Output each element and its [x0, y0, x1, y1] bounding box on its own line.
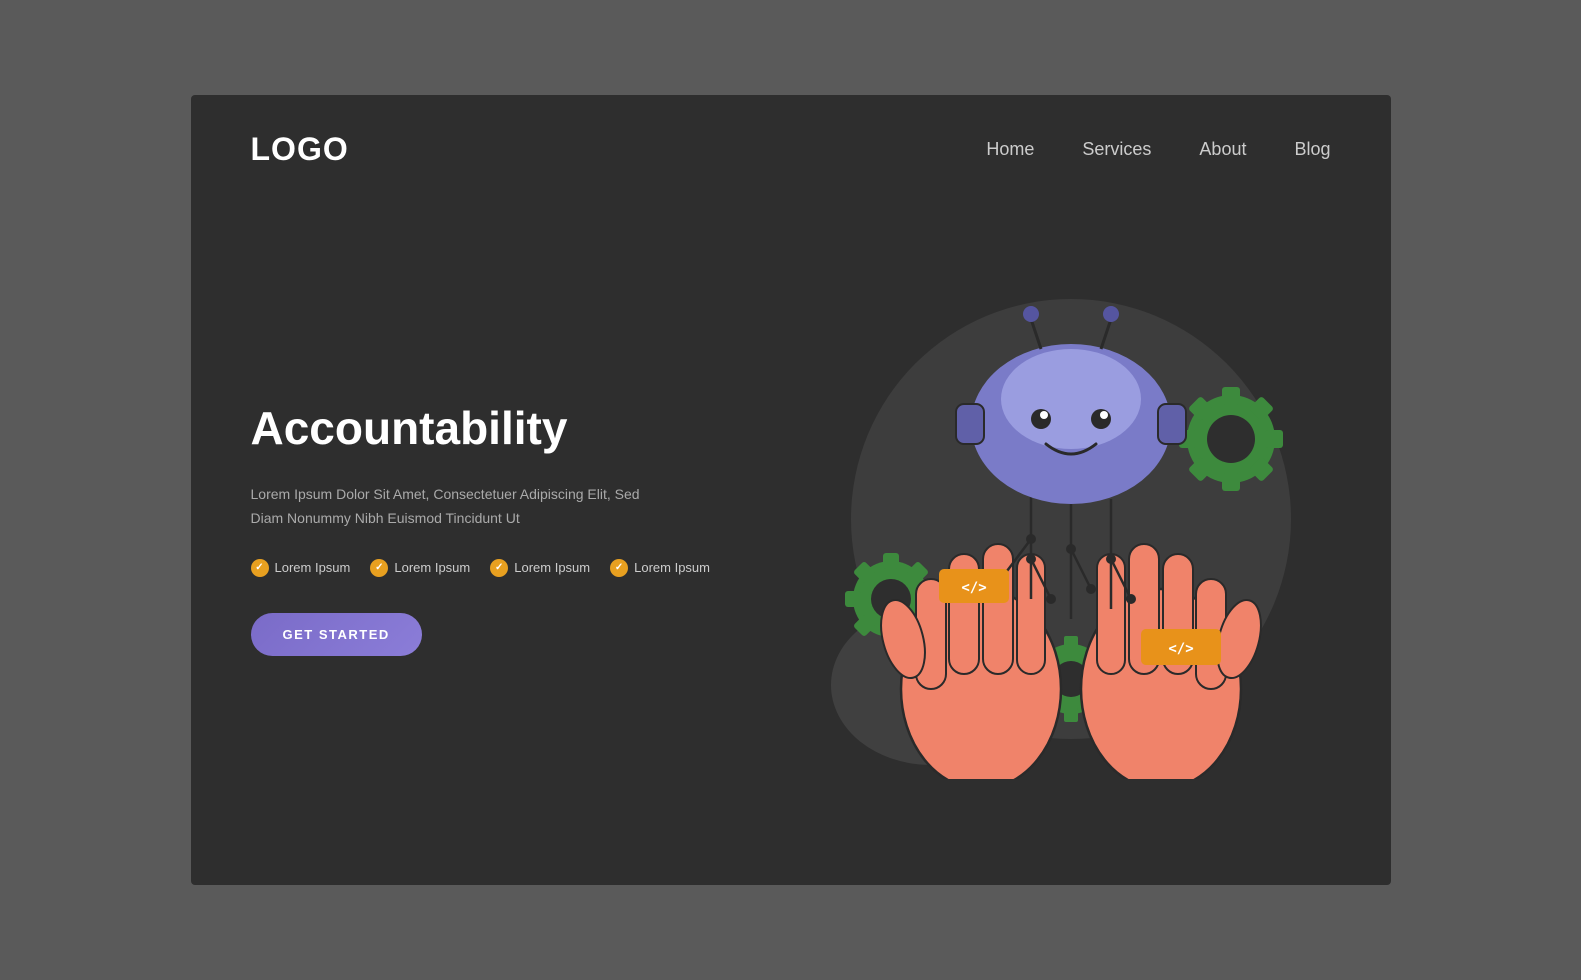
check-icon-4: [610, 559, 628, 577]
feature-item-1: Lorem Ipsum: [251, 559, 351, 577]
navigation: Home Services About Blog: [986, 139, 1330, 160]
hero-left: Accountability Lorem Ipsum Dolor Sit Ame…: [251, 381, 811, 656]
svg-text:</>: </>: [961, 580, 986, 596]
robot-illustration: </> </>: [831, 259, 1311, 779]
feature-label-3: Lorem Ipsum: [514, 560, 590, 575]
nav-home-link[interactable]: Home: [986, 139, 1034, 160]
nav-services-link[interactable]: Services: [1082, 139, 1151, 160]
svg-text:</>: </>: [1168, 641, 1193, 657]
feature-label-4: Lorem Ipsum: [634, 560, 710, 575]
feature-item-4: Lorem Ipsum: [610, 559, 710, 577]
feature-item-3: Lorem Ipsum: [490, 559, 590, 577]
feature-label-2: Lorem Ipsum: [394, 560, 470, 575]
nav-about-link[interactable]: About: [1199, 139, 1246, 160]
hero-headline: Accountability: [251, 401, 811, 455]
logo: LOGO: [251, 131, 349, 168]
main-content: Accountability Lorem Ipsum Dolor Sit Ame…: [191, 192, 1391, 885]
check-icon-2: [370, 559, 388, 577]
feature-item-2: Lorem Ipsum: [370, 559, 470, 577]
nav-blog-link[interactable]: Blog: [1294, 139, 1330, 160]
get-started-button[interactable]: GET STARTED: [251, 613, 422, 656]
features-list: Lorem Ipsum Lorem Ipsum Lorem Ipsum Lore…: [251, 559, 811, 577]
check-icon-1: [251, 559, 269, 577]
header: LOGO Home Services About Blog: [191, 95, 1391, 192]
hero-description: Lorem Ipsum Dolor Sit Amet, Consectetuer…: [251, 483, 671, 531]
hero-illustration: </> </>: [811, 192, 1331, 845]
check-icon-3: [490, 559, 508, 577]
feature-label-1: Lorem Ipsum: [275, 560, 351, 575]
page-container: LOGO Home Services About Blog Accountabi…: [191, 95, 1391, 885]
